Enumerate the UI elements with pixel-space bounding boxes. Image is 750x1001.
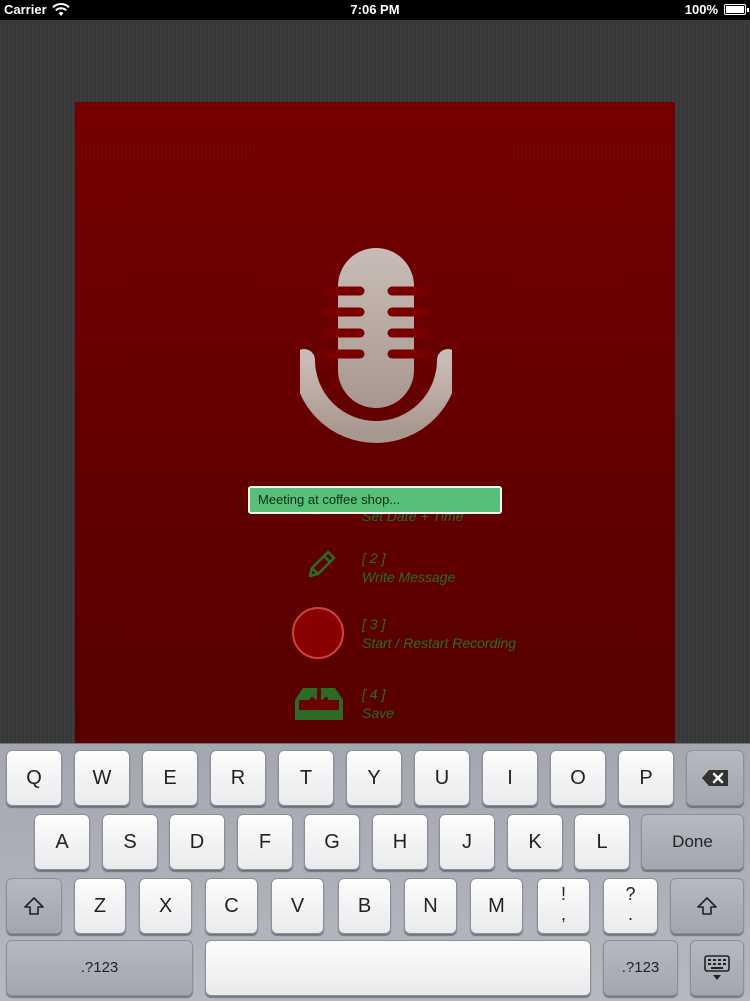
backspace-key[interactable] [686, 750, 744, 806]
numbers-key-right[interactable]: .?123 [603, 940, 678, 996]
key-c[interactable]: C [205, 878, 258, 934]
backspace-icon [702, 770, 728, 787]
key-j[interactable]: J [439, 814, 495, 870]
key-e[interactable]: E [142, 750, 198, 806]
battery-percent: 100% [684, 2, 718, 17]
record-button[interactable] [292, 607, 344, 659]
hide-keyboard-key[interactable] [690, 940, 744, 996]
key-o[interactable]: O [550, 750, 606, 806]
numbers-key-left[interactable]: .?123 [6, 940, 193, 996]
key-i[interactable]: I [482, 750, 538, 806]
save-tray-icon[interactable] [293, 682, 345, 722]
shift-left-key[interactable] [6, 878, 62, 934]
done-key[interactable]: Done [641, 814, 744, 870]
key-n[interactable]: N [404, 878, 457, 934]
key-b[interactable]: B [338, 878, 391, 934]
step4-label[interactable]: Save [362, 705, 394, 721]
key-d[interactable]: D [169, 814, 225, 870]
key-z[interactable]: Z [74, 878, 126, 934]
key-w[interactable]: W [74, 750, 130, 806]
key-g[interactable]: G [304, 814, 360, 870]
key-a[interactable]: A [34, 814, 90, 870]
key-t[interactable]: T [278, 750, 334, 806]
step4-number: [ 4 ] [362, 686, 386, 702]
onscreen-keyboard: Q W E R T Y U I O P A S D F G H J K L Do… [0, 743, 750, 1001]
keyboard-dismiss-icon [704, 955, 730, 981]
battery-icon [724, 4, 749, 15]
key-u[interactable]: U [414, 750, 470, 806]
key-m[interactable]: M [470, 878, 523, 934]
shift-icon [697, 897, 717, 915]
pencil-icon[interactable] [302, 548, 338, 584]
shift-icon [24, 897, 44, 915]
key-v[interactable]: V [271, 878, 324, 934]
step3-number: [ 3 ] [362, 616, 386, 632]
step2-number: [ 2 ] [362, 550, 386, 566]
key-r[interactable]: R [210, 750, 266, 806]
microphone-icon [300, 248, 452, 443]
key-exclaim-label: ! [560, 884, 566, 904]
key-x[interactable]: X [139, 878, 192, 934]
key-comma-label: , [560, 904, 566, 924]
message-input[interactable]: Meeting at coffee shop... [248, 486, 502, 514]
key-s[interactable]: S [102, 814, 158, 870]
status-bar: Carrier 7:06 PM 100% [0, 0, 750, 20]
key-k[interactable]: K [507, 814, 563, 870]
key-l[interactable]: L [574, 814, 630, 870]
clock: 7:06 PM [350, 2, 400, 17]
step3-label[interactable]: Start / Restart Recording [362, 635, 516, 651]
key-p[interactable]: P [618, 750, 674, 806]
key-q[interactable]: Q [6, 750, 62, 806]
key-question-period[interactable]: ? . [603, 878, 658, 934]
step2-label[interactable]: Write Message [362, 569, 455, 585]
space-key[interactable] [205, 940, 591, 996]
key-exclaim-comma[interactable]: ! , [537, 878, 590, 934]
key-period-label: . [627, 904, 633, 924]
key-h[interactable]: H [372, 814, 428, 870]
key-question-label: ? [625, 884, 636, 904]
key-f[interactable]: F [237, 814, 293, 870]
shift-right-key[interactable] [670, 878, 744, 934]
key-y[interactable]: Y [346, 750, 402, 806]
